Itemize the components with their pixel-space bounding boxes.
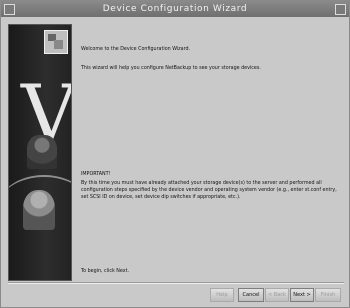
important-heading: IMPORTANT! [81,171,111,177]
title-bar: Device Configuration Wizard [1,1,349,17]
person-figure-icon [27,135,57,169]
window-title: Device Configuration Wizard [102,4,248,14]
window-maximize-icon[interactable] [335,4,346,15]
window-menu-icon[interactable] [4,4,15,15]
important-text: By this time you must have already attac… [81,180,337,200]
wizard-banner-image: V [8,24,72,281]
back-button[interactable]: < Back [265,288,289,302]
help-button[interactable]: Help [210,288,234,302]
next-button[interactable]: Next > [290,288,314,302]
welcome-text: Welcome to the Device Configuration Wiza… [81,46,191,52]
intro-text: This wizard will help you configure NetB… [81,65,261,71]
begin-instruction: To begin, click Next. [81,268,129,274]
button-divider [8,282,344,283]
person-figure-icon [23,190,55,230]
finish-button[interactable]: Finish [315,288,341,302]
wizard-window: Device Configuration Wizard V Welcome to… [0,0,350,308]
device-logo-icon [44,30,68,54]
cancel-button[interactable]: Cancel [238,288,264,302]
